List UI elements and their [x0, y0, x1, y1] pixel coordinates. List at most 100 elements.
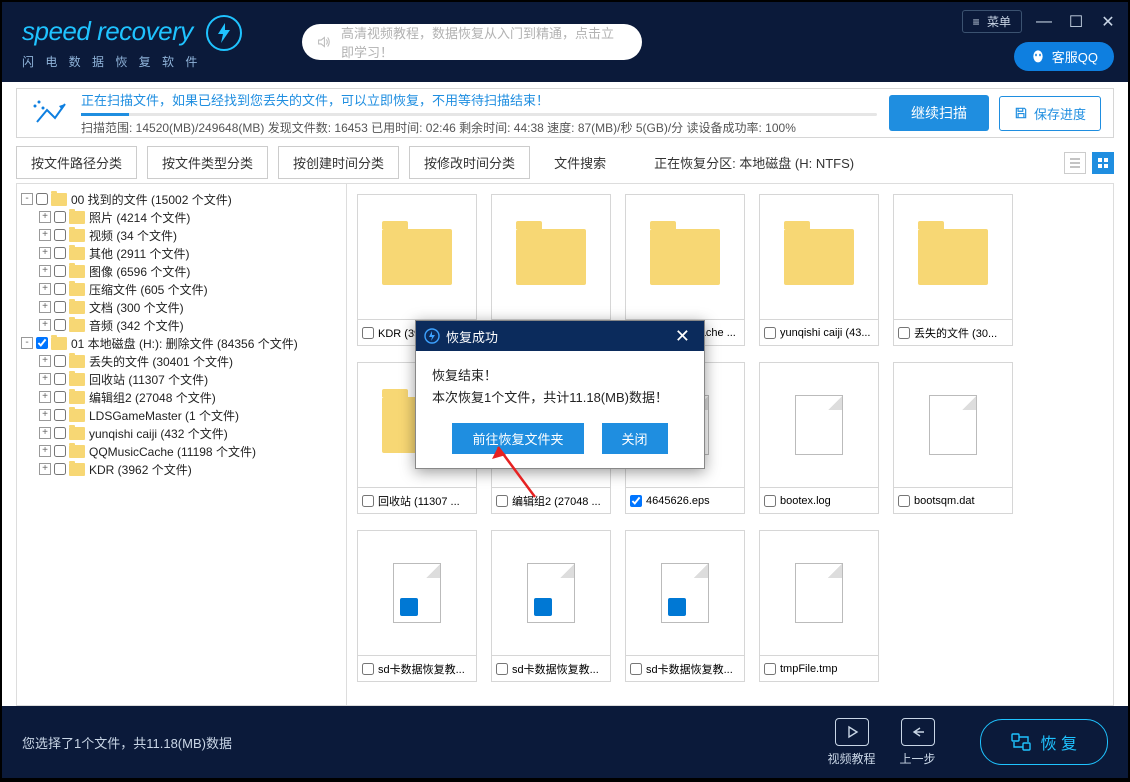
grid-item[interactable]: sd卡数据恢复教... [625, 530, 745, 682]
dialog-titlebar[interactable]: 恢复成功 ✕ [416, 321, 704, 351]
item-checkbox[interactable] [630, 495, 642, 507]
view-grid-button[interactable] [1092, 152, 1114, 174]
back-button[interactable]: 上一步 [900, 718, 936, 767]
expand-toggle[interactable]: + [39, 355, 51, 367]
dialog-close-button[interactable]: 关闭 [602, 423, 668, 454]
tree-checkbox[interactable] [54, 319, 66, 331]
tree-checkbox[interactable] [54, 247, 66, 259]
tree-checkbox[interactable] [54, 265, 66, 277]
maximize-button[interactable]: ☐ [1066, 12, 1086, 32]
tree-row[interactable]: + 照片 (4214 个文件) [21, 208, 342, 226]
tree-checkbox[interactable] [54, 409, 66, 421]
item-checkbox[interactable] [496, 663, 508, 675]
item-checkbox[interactable] [898, 495, 910, 507]
item-checkbox[interactable] [362, 663, 374, 675]
tree-row[interactable]: +回收站 (11307 个文件) [21, 370, 342, 388]
grid-item[interactable]: 丢失的文件 (30... [893, 194, 1013, 346]
tree-checkbox[interactable] [54, 211, 66, 223]
folder-icon [69, 265, 85, 278]
tree-checkbox[interactable] [54, 283, 66, 295]
item-checkbox[interactable] [362, 495, 374, 507]
tree-row[interactable]: +其他 (2911 个文件) [21, 244, 342, 262]
item-checkbox[interactable] [764, 495, 776, 507]
expand-toggle[interactable]: + [39, 463, 51, 475]
item-checkbox[interactable] [496, 495, 508, 507]
tree-row[interactable]: +编辑组2 (27048 个文件) [21, 388, 342, 406]
recover-button[interactable]: 恢 复 [980, 719, 1108, 765]
close-button[interactable]: ✕ [1098, 12, 1118, 32]
item-checkbox[interactable] [764, 327, 776, 339]
tree-row[interactable]: +KDR (3962 个文件) [21, 460, 342, 478]
expand-toggle[interactable]: + [39, 283, 51, 295]
item-checkbox[interactable] [362, 327, 374, 339]
tree-row[interactable]: -00 找到的文件 (15002 个文件) [21, 190, 342, 208]
tree-label: 图像 (6596 个文件) [89, 263, 190, 280]
tree-label: 照片 (4214 个文件) [89, 209, 190, 226]
view-list-button[interactable] [1064, 152, 1086, 174]
tree-row[interactable]: +yunqishi caiji (432 个文件) [21, 424, 342, 442]
grid-item[interactable]: sd卡数据恢复教... [491, 530, 611, 682]
expand-toggle[interactable]: + [39, 373, 51, 385]
continue-scan-button[interactable]: 继续扫描 [889, 95, 989, 131]
tutorial-pill[interactable]: 高清视频教程，数据恢复从入门到精通，点击立即学习！ [302, 24, 642, 60]
tree-checkbox[interactable] [54, 373, 66, 385]
item-checkbox[interactable] [898, 327, 910, 339]
dialog-close-icon[interactable]: ✕ [669, 326, 696, 347]
grid-item[interactable]: bootsqm.dat [893, 362, 1013, 514]
tree-row[interactable]: +视频 (34 个文件) [21, 226, 342, 244]
goto-folder-button[interactable]: 前往恢复文件夹 [452, 423, 583, 454]
tab-by-created[interactable]: 按创建时间分类 [278, 146, 399, 179]
tree-checkbox[interactable] [54, 463, 66, 475]
grid-item[interactable]: sd卡数据恢复教... [357, 530, 477, 682]
tree-checkbox[interactable] [36, 337, 48, 349]
tree-checkbox[interactable] [54, 445, 66, 457]
expand-toggle[interactable]: + [39, 427, 51, 439]
expand-toggle[interactable]: + [39, 409, 51, 421]
play-icon [835, 718, 869, 746]
card-footer: 回收站 (11307 ... [358, 487, 476, 513]
grid-item[interactable]: yunqishi caiji (43... [759, 194, 879, 346]
tree-checkbox[interactable] [54, 391, 66, 403]
expand-toggle[interactable]: - [21, 193, 33, 205]
qq-support-button[interactable]: 客服QQ [1014, 42, 1114, 71]
tree-row[interactable]: + 图像 (6596 个文件) [21, 262, 342, 280]
tab-search[interactable]: 文件搜索 [540, 147, 620, 178]
thumbnail [760, 531, 878, 655]
item-checkbox[interactable] [764, 663, 776, 675]
tree-row[interactable]: +文档 (300 个文件) [21, 298, 342, 316]
expand-toggle[interactable]: + [39, 229, 51, 241]
tutorial-text: 高清视频教程，数据恢复从入门到精通，点击立即学习！ [341, 23, 621, 61]
tree-checkbox[interactable] [36, 193, 48, 205]
tree-checkbox[interactable] [54, 355, 66, 367]
card-footer: 4645626.eps [626, 487, 744, 513]
tab-by-path[interactable]: 按文件路径分类 [16, 146, 137, 179]
expand-toggle[interactable]: + [39, 301, 51, 313]
tree-row[interactable]: -01 本地磁盘 (H:): 删除文件 (84356 个文件) [21, 334, 342, 352]
minimize-button[interactable]: — [1034, 13, 1054, 31]
expand-toggle[interactable]: + [39, 247, 51, 259]
tab-by-type[interactable]: 按文件类型分类 [147, 146, 268, 179]
save-progress-button[interactable]: 保存进度 [999, 96, 1101, 131]
tree-row[interactable]: +LDSGameMaster (1 个文件) [21, 406, 342, 424]
expand-toggle[interactable]: + [39, 391, 51, 403]
tree-checkbox[interactable] [54, 427, 66, 439]
tree-row[interactable]: +丢失的文件 (30401 个文件) [21, 352, 342, 370]
tree-row[interactable]: +QQMusicCache (11198 个文件) [21, 442, 342, 460]
tree-checkbox[interactable] [54, 301, 66, 313]
expand-toggle[interactable]: + [39, 265, 51, 277]
expand-toggle[interactable]: - [21, 337, 33, 349]
tree-row[interactable]: +压缩文件 (605 个文件) [21, 280, 342, 298]
expand-toggle[interactable]: + [39, 211, 51, 223]
grid-item[interactable]: tmpFile.tmp [759, 530, 879, 682]
logo-text: speed recovery [22, 15, 193, 45]
grid-item[interactable]: bootex.log [759, 362, 879, 514]
item-checkbox[interactable] [630, 663, 642, 675]
menu-button[interactable]: ≡ 菜单 [962, 10, 1022, 33]
tree-row[interactable]: +音频 (342 个文件) [21, 316, 342, 334]
video-tutorial-button[interactable]: 视频教程 [828, 718, 876, 767]
tab-by-modified[interactable]: 按修改时间分类 [409, 146, 530, 179]
folder-tree[interactable]: -00 找到的文件 (15002 个文件) + 照片 (4214 个文件)+视频 (… [17, 184, 347, 705]
tree-checkbox[interactable] [54, 229, 66, 241]
expand-toggle[interactable]: + [39, 319, 51, 331]
expand-toggle[interactable]: + [39, 445, 51, 457]
